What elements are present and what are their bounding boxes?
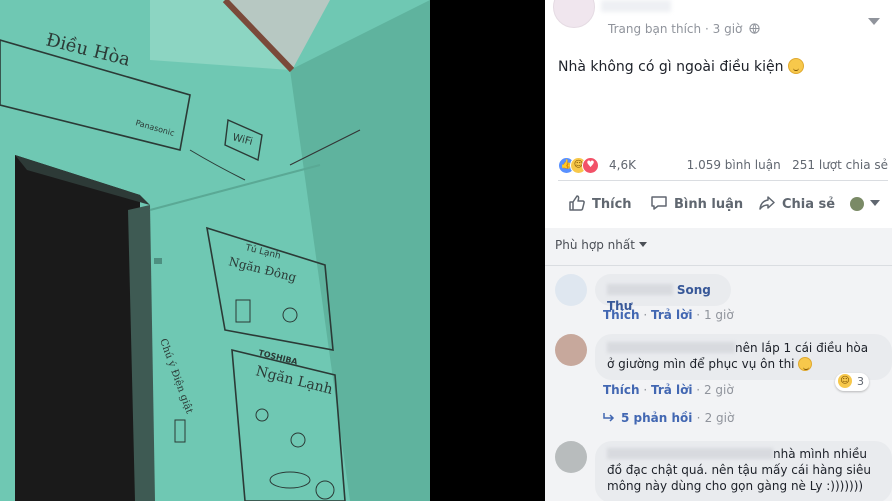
post-audience: Trang bạn thích [608,22,702,36]
post-actions: Thích Bình luận Chia sẻ [558,188,892,222]
comment-icon [651,196,667,210]
post-stats: 👍 ☺ ♥ 4,6K 1.059 bình luận 251 lượt chia… [558,156,888,174]
comment-count[interactable]: 1.059 bình luận [687,158,781,172]
comment-reaction-count: 3 [857,375,864,388]
comment-time[interactable]: 2 giờ [704,383,734,397]
author-name-blurred[interactable] [601,0,671,12]
comment-reaction-badge[interactable]: ☺ 3 [835,373,869,391]
comment-sort-label: Phù hợp nhất [555,238,635,252]
reaction-count[interactable]: 4,6K [609,158,636,172]
share-button[interactable]: Chia sẻ [758,188,835,222]
post-meta: Trang bạn thích · 3 giờ [608,22,760,36]
comment-like-link[interactable]: Thích [603,383,640,397]
comment-text-line-1: nên lắp 1 cái điều hòa [735,341,869,355]
smile-emoji-icon [787,58,804,74]
comment-reply-link[interactable]: Trả lời [651,308,693,322]
comment-line: mông này dùng cho gọn gàng nè Ly :))))))… [607,478,880,494]
comment-like-link[interactable]: Thích [603,308,640,322]
divider [558,180,888,181]
commenter-avatar[interactable] [555,441,587,473]
comment-reply-link[interactable]: Trả lời [651,383,693,397]
comment-bubble: Song Thư [595,274,731,313]
post-panel: Trang bạn thích · 3 giờ Nhà không có gì … [545,0,892,501]
comment-text-line-2: ở giường mìn để phục vụ ôn thi [607,357,795,371]
commenter-avatar[interactable] [555,334,587,366]
profile-avatar-mini [850,197,864,211]
react-as-selector[interactable] [850,188,880,222]
comment-meta: Thích · Trả lời · 1 giờ [603,308,734,322]
comment-text-line-2: đồ đạc chật quá. nên tậu mấy cái hàng si… [607,463,871,477]
view-replies-link[interactable]: 5 phản hồi · 2 giờ [603,411,734,425]
share-count[interactable]: 251 lượt chia sẻ [792,158,888,172]
meta-separator: · [704,22,709,36]
comment-share-counts: 1.059 bình luận 251 lượt chia sẻ [687,158,888,172]
share-button-label: Chia sẻ [782,197,836,212]
commenter-name-blurred[interactable] [607,284,673,295]
comment-time[interactable]: 1 giờ [704,308,734,322]
love-reaction-icon: ♥ [582,157,599,174]
comment-line: đồ đạc chật quá. nên tậu mấy cái hàng si… [607,462,880,478]
globe-icon [749,23,760,34]
wall-drawing-illustration: Điều Hòa Panasonic WiFi Tủ Lạnh Ngăn Đôn… [0,0,545,501]
post-photo[interactable]: Điều Hòa Panasonic WiFi Tủ Lạnh Ngăn Đôn… [0,0,545,501]
comment-line: ở giường mìn để phục vụ ôn thi [607,356,880,372]
chevron-down-icon [638,242,647,247]
divider [545,265,892,266]
replies-count: 5 phản hồi [621,411,693,425]
comment-button-label: Bình luận [674,197,744,212]
like-button[interactable]: Thích [568,188,632,222]
commenter-name-blurred[interactable] [607,342,735,353]
post-header: Trang bạn thích · 3 giờ [545,0,892,40]
commenter-name-blurred[interactable] [607,448,773,459]
comment-meta: Thích · Trả lời · 2 giờ [603,383,734,397]
smile-emoji-icon [798,357,813,371]
haha-reaction-icon: ☺ [838,374,852,388]
comments-section: Phù hợp nhất Song Thư Thích · Trả lời · … [545,228,892,501]
post-text-content: Nhà không có gì ngoài điều kiện [558,59,784,75]
comment-button[interactable]: Bình luận [650,188,743,222]
comment-text-line-1: nhà mình nhiều [773,447,867,461]
share-arrow-icon [759,196,775,210]
comment-line: nên lắp 1 cái điều hòa [607,340,880,356]
comment-bubble: nhà mình nhiều đồ đạc chật quá. nên tậu … [595,441,892,501]
reaction-icons[interactable]: 👍 ☺ ♥ [558,156,606,174]
comment-line: nhà mình nhiều [607,446,880,462]
thumbs-up-icon [569,195,585,211]
author-avatar[interactable] [553,0,595,28]
post-time[interactable]: 3 giờ [713,22,743,36]
chevron-down-icon [870,200,880,206]
post-options-caret-icon[interactable] [868,18,880,25]
comment-sort-dropdown[interactable]: Phù hợp nhất [555,238,647,252]
commenter-avatar[interactable] [555,274,587,306]
like-button-label: Thích [592,197,632,212]
reply-arrow-icon [603,413,615,422]
replies-time: 2 giờ [704,411,735,425]
comment-text-line-3: mông này dùng cho gọn gàng nè Ly :))))))… [607,479,864,493]
post-text: Nhà không có gì ngoài điều kiện [558,58,804,75]
